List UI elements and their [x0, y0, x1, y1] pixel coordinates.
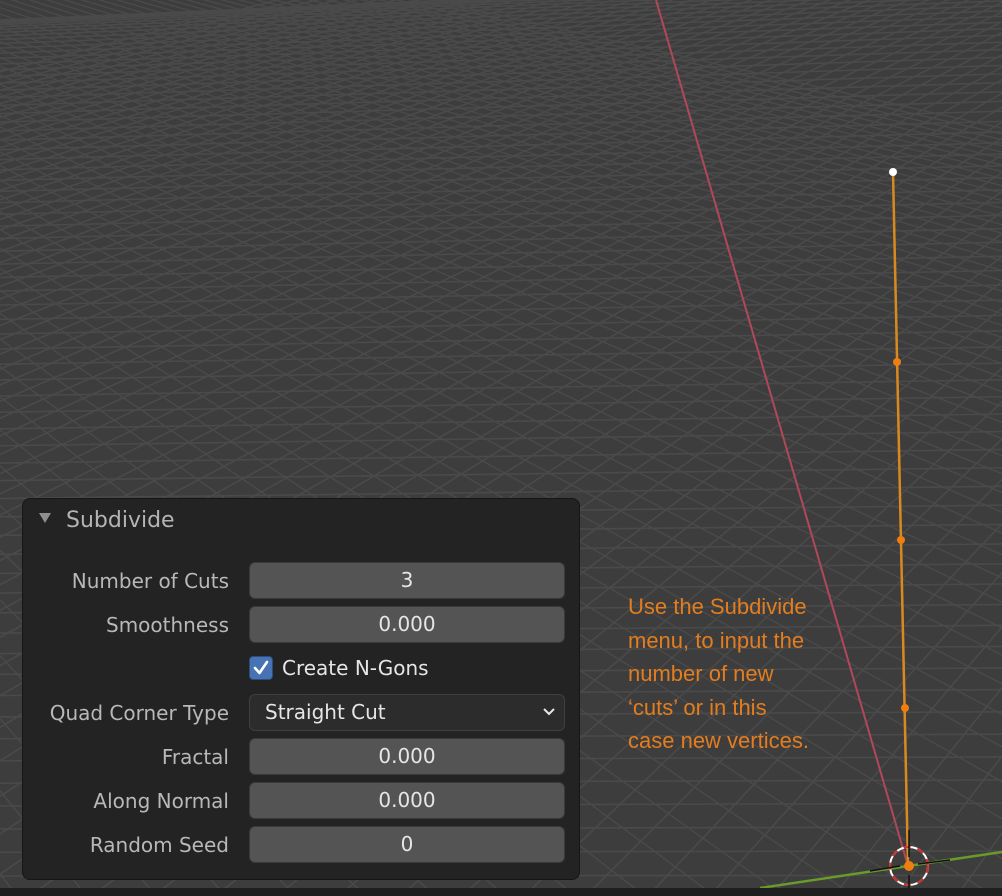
vertex[interactable]: [897, 536, 905, 544]
vertex[interactable]: [901, 704, 909, 712]
smoothness-field[interactable]: 0.000: [249, 606, 565, 643]
annotation-line: ‘cuts’ or in this: [628, 694, 767, 720]
mesh-edge: [891, 171, 910, 867]
smoothness-label: Smoothness: [106, 613, 229, 637]
annotation-line: Use the Subdivide: [628, 594, 807, 619]
number-of-cuts-field[interactable]: 3: [249, 562, 565, 599]
annotation-line: menu, to input the: [628, 627, 805, 653]
annotation-text: Use the Subdivide menu, to input the num…: [628, 590, 858, 758]
quad-corner-type-value: Straight Cut: [265, 700, 386, 724]
create-ngons-label: Create N-Gons: [282, 656, 429, 680]
panel-header[interactable]: Subdivide: [23, 499, 579, 545]
random-seed-label: Random Seed: [89, 833, 229, 857]
panel-title: Subdivide: [66, 508, 175, 533]
triangle-down-icon[interactable]: [39, 513, 51, 523]
quad-corner-type-dropdown[interactable]: Straight Cut: [249, 694, 565, 731]
y-axis-line: [759, 850, 1002, 888]
vertex[interactable]: [893, 358, 901, 366]
fractal-label: Fractal: [161, 745, 229, 769]
number-of-cuts-label: Number of Cuts: [71, 569, 229, 593]
along-normal-field[interactable]: 0.000: [249, 782, 565, 819]
along-normal-label: Along Normal: [93, 789, 229, 813]
chevron-down-icon: [543, 708, 555, 716]
vertex-selected[interactable]: [889, 168, 897, 176]
quad-corner-type-label: Quad Corner Type: [49, 701, 229, 725]
subdivide-operator-panel: Subdivide Number of Cuts 3 Smoothness 0.…: [22, 498, 580, 880]
3d-cursor-icon[interactable]: [869, 830, 951, 888]
annotation-line: number of new: [628, 661, 774, 686]
random-seed-field[interactable]: 0: [249, 826, 565, 863]
create-ngons-checkbox[interactable]: [249, 656, 273, 680]
fractal-field[interactable]: 0.000: [249, 738, 565, 775]
checkmark-icon: [253, 660, 269, 675]
bottom-bar: [0, 888, 1002, 896]
annotation-line: case new vertices.: [628, 728, 809, 753]
